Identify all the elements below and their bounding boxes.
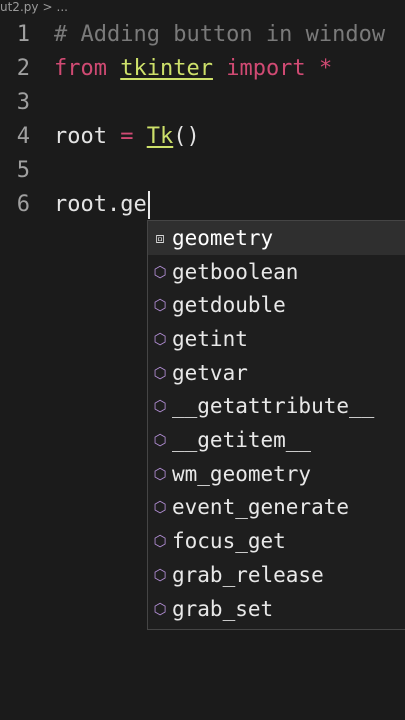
parentheses: () [173,124,200,149]
suggestion-item[interactable]: ⬡ getdouble [148,288,405,322]
method-cube-icon: ⬡ [153,363,167,382]
keyword-import: import [226,56,306,81]
method-cube-icon: ⬡ [153,431,167,450]
method-cube-icon: ⬡ [153,498,167,517]
text-cursor [147,191,150,219]
method-cube-icon: ⬡ [153,532,167,551]
import-star: * [318,56,333,81]
method-cube-icon: ⬡ [153,599,167,618]
line-number: 6 [16,192,30,217]
method-cube-icon: ⬡ [153,262,167,281]
suggestion-item[interactable]: ⬡ getboolean [148,255,405,289]
autocomplete-widget[interactable]: ⧈ geometry ⬡ getboolean ⬡ getdouble ⬡ getint ⬡ ge… [147,220,405,630]
suggestion-item[interactable]: ⬡ getvar [148,356,405,390]
suggestion-item[interactable]: ⬡ __getattribute__ [148,390,405,424]
suggestion-item[interactable]: ⧈ geometry [148,221,405,255]
code-line-4[interactable]: 4 root = Tk() [0,120,405,154]
line-number: 1 [16,22,30,47]
suggestion-item[interactable]: ⬡ wm_geometry [148,457,405,491]
line-number: 3 [16,90,30,115]
suggestion-label: getboolean [172,259,299,284]
suggestion-label: getint [172,326,248,351]
suggestion-label: geometry [172,225,274,250]
method-cube-icon: ⬡ [153,329,167,348]
suggestion-item[interactable]: ⬡ grab_set [148,592,405,626]
suggestion-label: __getitem__ [172,428,312,453]
method-cube-icon: ⬡ [153,565,167,584]
suggestion-label: event_generate [172,495,350,520]
method-cube-icon: ⬡ [153,296,167,315]
suggestion-label: getdouble [172,293,286,318]
keyword-from: from [54,56,107,81]
code-line-1[interactable]: 1 # Adding button in window [0,18,405,52]
comment: # Adding button in window [54,22,386,47]
module-name: tkinter [120,56,213,81]
suggestion-label: __getattribute__ [172,394,375,419]
suggestion-label: wm_geometry [172,461,312,486]
suggestion-label: getvar [172,360,248,385]
chevron-right-icon: > [42,0,53,14]
suggestion-label: grab_release [172,562,324,587]
line-number: 5 [16,158,30,183]
breadcrumb-more[interactable]: ... [57,0,68,14]
code-line-3[interactable]: 3 [0,86,405,120]
method-box-icon: ⧈ [155,228,165,247]
assign-operator: = [120,124,134,149]
typed-text: root.ge [54,192,147,217]
suggestion-item[interactable]: ⬡ focus_get [148,524,405,558]
suggestion-item[interactable]: ⬡ grab_release [148,558,405,592]
method-cube-icon: ⬡ [153,464,167,483]
suggestion-label: grab_set [172,596,274,621]
suggestion-item[interactable]: ⬡ getint [148,322,405,356]
function-call: Tk [146,124,174,149]
suggestion-item[interactable]: ⬡ __getitem__ [148,423,405,457]
code-line-2[interactable]: 2 from tkinter import * [0,52,405,86]
line-number: 2 [16,56,30,81]
code-line-5[interactable]: 5 [0,154,405,188]
variable-root: root [54,124,107,149]
code-line-6[interactable]: 6 root.ge [0,188,405,222]
breadcrumb-file[interactable]: ut2.py [0,0,38,14]
breadcrumb[interactable]: ut2.py >... [0,0,405,16]
method-cube-icon: ⬡ [153,397,167,416]
suggestion-item[interactable]: ⬡ event_generate [148,491,405,525]
suggestion-label: focus_get [172,529,286,554]
line-number: 4 [16,124,30,149]
